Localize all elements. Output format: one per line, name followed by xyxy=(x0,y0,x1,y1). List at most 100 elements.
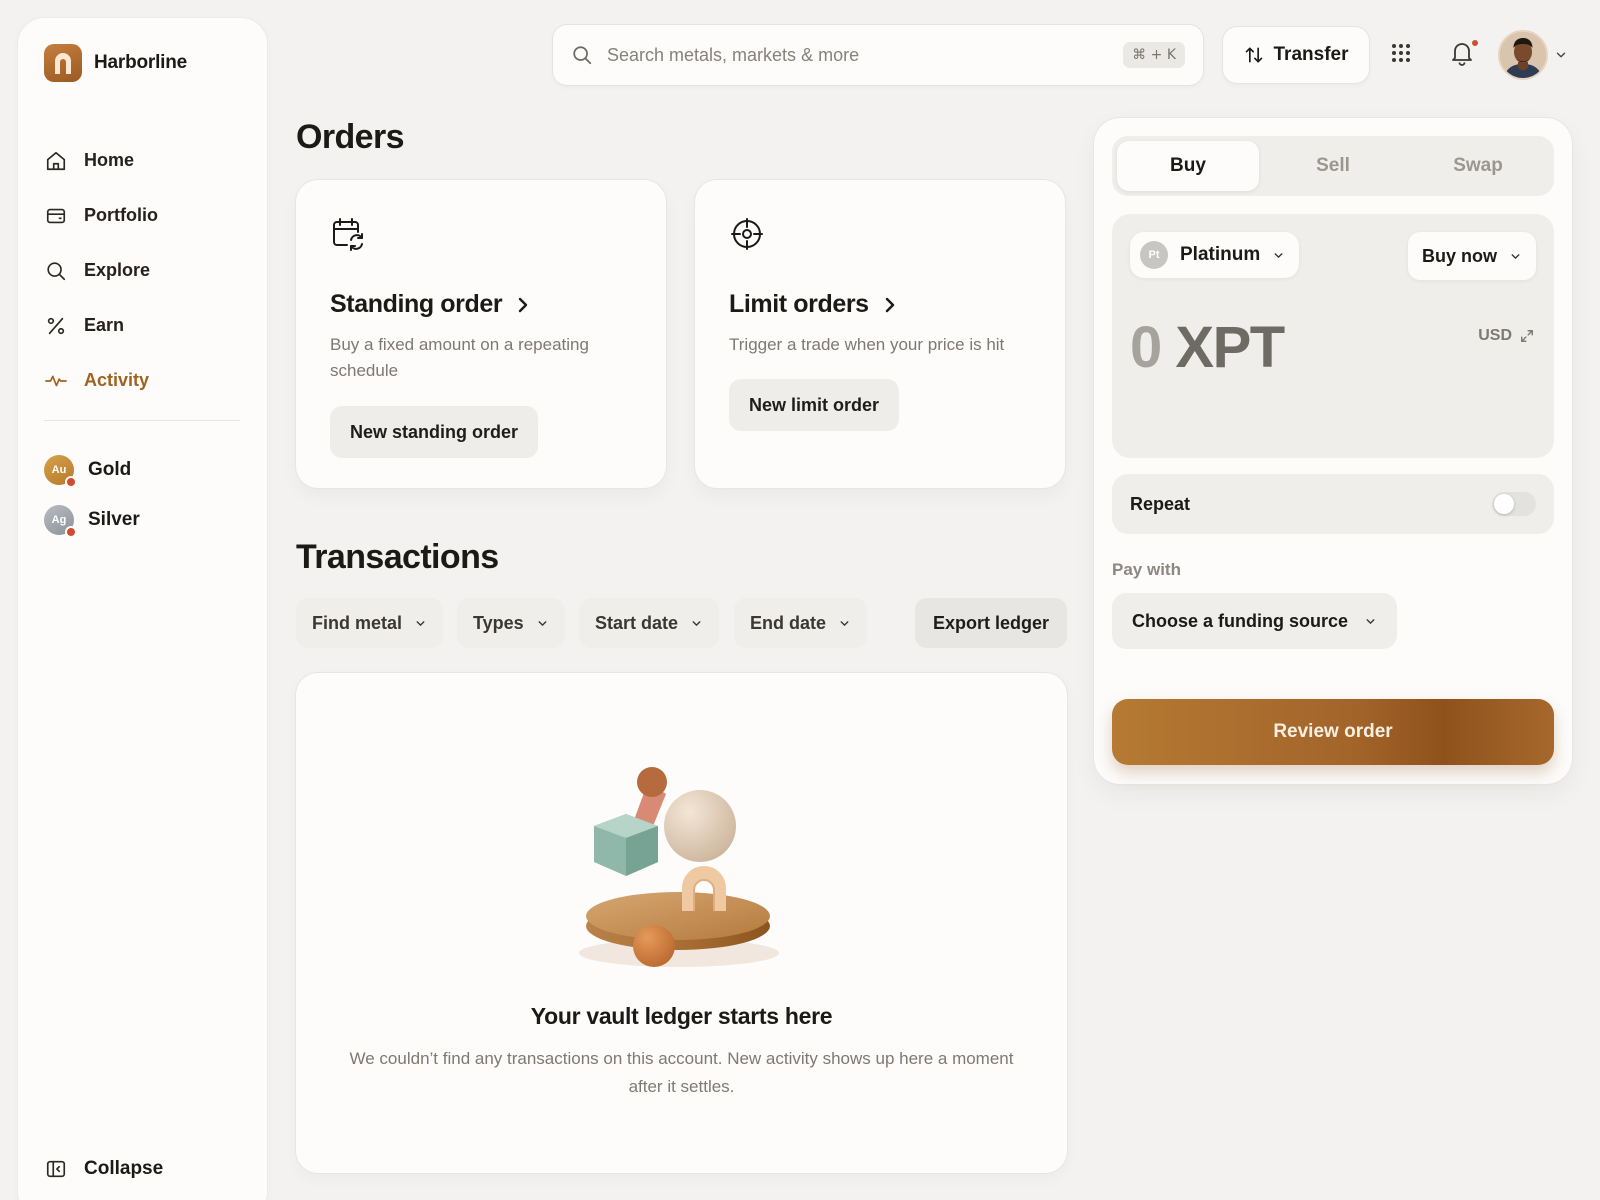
sidebar-item-label: Silver xyxy=(88,509,140,530)
sidebar-item-activity[interactable]: Activity xyxy=(44,353,244,408)
wallet-icon xyxy=(44,204,68,228)
filter-end-date[interactable]: End date xyxy=(734,598,868,648)
metal-symbol: Au xyxy=(51,464,67,476)
calendar-repeat-icon xyxy=(330,216,366,252)
empty-ledger-illustration xyxy=(576,758,786,973)
tab-sell[interactable]: Sell xyxy=(1262,141,1404,191)
filter-types[interactable]: Types xyxy=(457,598,565,648)
transactions-empty-state: Your vault ledger starts here We couldn’… xyxy=(296,673,1067,1173)
chevron-right-icon xyxy=(883,296,897,314)
repeat-row: Repeat xyxy=(1112,474,1554,534)
card-title: Standing order xyxy=(330,290,503,318)
sidebar-collapse-icon xyxy=(44,1158,68,1180)
swap-arrows-icon xyxy=(1244,45,1264,65)
sidebar-item-portfolio[interactable]: Portfolio xyxy=(44,188,244,243)
new-standing-order-button[interactable]: New standing order xyxy=(330,406,539,458)
amount-input[interactable]: 0 XPT xyxy=(1130,314,1285,381)
shortcut-hint: ⌘ + K xyxy=(1123,42,1185,68)
sidebar-item-label: Explore xyxy=(84,260,151,280)
review-order-button[interactable]: Review order xyxy=(1112,699,1554,765)
sidebar-item-earn[interactable]: Earn xyxy=(44,298,244,353)
asset-name: Platinum xyxy=(1180,244,1261,265)
empty-state-title: Your vault ledger starts here xyxy=(530,1003,833,1029)
collapse-label: Collapse xyxy=(84,1158,164,1179)
sidebar-item-label: Portfolio xyxy=(84,205,158,225)
filter-label: End date xyxy=(750,612,827,633)
order-mode-selector[interactable]: Buy now xyxy=(1408,232,1536,280)
sidebar: Harborline Home Portfolio Explore Earn A… xyxy=(18,18,267,1200)
sidebar-nav: Home Portfolio Explore Earn Activity xyxy=(44,133,244,408)
sidebar-item-label: Gold xyxy=(88,459,132,480)
activity-icon xyxy=(44,369,68,393)
percent-icon xyxy=(44,314,68,338)
search-input[interactable] xyxy=(607,44,1110,66)
repeat-toggle[interactable] xyxy=(1492,492,1536,516)
export-ledger-button[interactable]: Export ledger xyxy=(914,598,1067,648)
currency-label: USD xyxy=(1478,327,1512,344)
avatar xyxy=(1498,30,1548,80)
alert-dot xyxy=(65,526,77,538)
trade-type-tabs: Buy Sell Swap xyxy=(1112,136,1554,196)
notification-dot xyxy=(1470,38,1480,48)
gold-badge-icon: Au xyxy=(44,455,77,488)
empty-state-description: We couldn’t find any transactions on thi… xyxy=(349,1049,1014,1096)
alert-dot xyxy=(65,476,77,488)
amount-value: 0 xyxy=(1130,315,1162,380)
tab-buy[interactable]: Buy xyxy=(1117,141,1259,191)
brand-logo-icon xyxy=(44,44,82,82)
platinum-badge-icon: Pt xyxy=(1140,241,1168,269)
sidebar-divider xyxy=(44,420,240,421)
funding-source-label: Choose a funding source xyxy=(1132,610,1349,631)
funding-source-selector[interactable]: Choose a funding source xyxy=(1112,593,1398,649)
sidebar-metals: Au Gold Ag Silver xyxy=(44,445,140,545)
chevron-down-icon xyxy=(838,617,851,630)
transfer-button[interactable]: Transfer xyxy=(1223,27,1369,83)
standing-order-card: Standing order Buy a fixed amount on a r… xyxy=(296,180,666,488)
new-limit-order-button[interactable]: New limit order xyxy=(729,379,900,431)
limit-orders-card: Limit orders Trigger a trade when your p… xyxy=(695,180,1065,488)
chevron-down-icon xyxy=(1272,249,1285,262)
trade-panel: Buy Sell Swap Pt Platinum Buy now 0 XPT … xyxy=(1094,118,1572,784)
sidebar-item-label: Activity xyxy=(84,370,150,390)
card-title: Limit orders xyxy=(729,290,869,318)
amount-unit: XPT xyxy=(1175,315,1285,380)
asset-selector[interactable]: Pt Platinum xyxy=(1130,232,1300,278)
transfer-label: Transfer xyxy=(1273,44,1349,65)
filter-start-date[interactable]: Start date xyxy=(579,598,720,648)
filter-label: Types xyxy=(473,612,524,633)
toggle-knob xyxy=(1494,494,1514,514)
home-icon xyxy=(44,149,68,173)
filter-find-metal[interactable]: Find metal xyxy=(296,598,444,648)
chevron-down-icon xyxy=(1364,615,1377,628)
tab-swap[interactable]: Swap xyxy=(1407,141,1549,191)
expand-arrows-icon xyxy=(1520,329,1534,343)
search-icon xyxy=(44,259,68,283)
order-mode-label: Buy now xyxy=(1422,245,1497,266)
sidebar-item-explore[interactable]: Explore xyxy=(44,243,244,298)
account-menu[interactable] xyxy=(1498,30,1568,80)
card-description: Trigger a trade when your price is hit xyxy=(729,335,1005,354)
chevron-down-icon xyxy=(690,617,703,630)
chevron-down-icon xyxy=(536,617,549,630)
brand-name: Harborline xyxy=(94,52,188,73)
sidebar-item-home[interactable]: Home xyxy=(44,133,244,188)
sidebar-item-label: Home xyxy=(84,150,135,170)
card-description: Buy a fixed amount on a repeating schedu… xyxy=(330,335,589,380)
search-bar[interactable]: ⌘ + K xyxy=(553,25,1203,85)
currency-toggle[interactable]: USD xyxy=(1478,327,1534,345)
pay-with-label: Pay with xyxy=(1112,560,1181,579)
chevron-down-icon xyxy=(1554,48,1568,62)
chevron-down-icon xyxy=(414,617,427,630)
brand[interactable]: Harborline xyxy=(44,44,187,82)
target-icon xyxy=(729,216,765,252)
sidebar-item-silver[interactable]: Ag Silver xyxy=(44,495,140,545)
search-icon xyxy=(571,44,593,66)
limit-orders-link[interactable]: Limit orders xyxy=(729,290,897,319)
sidebar-item-gold[interactable]: Au Gold xyxy=(44,445,140,495)
collapse-button[interactable]: Collapse xyxy=(44,1158,163,1180)
orders-heading: Orders xyxy=(296,118,405,156)
apps-grid-icon[interactable] xyxy=(1391,43,1411,63)
transaction-filters: Find metal Types Start date End date Exp… xyxy=(296,598,1067,648)
standing-order-link[interactable]: Standing order xyxy=(330,290,530,319)
amount-box: Pt Platinum Buy now 0 XPT USD xyxy=(1112,214,1554,458)
